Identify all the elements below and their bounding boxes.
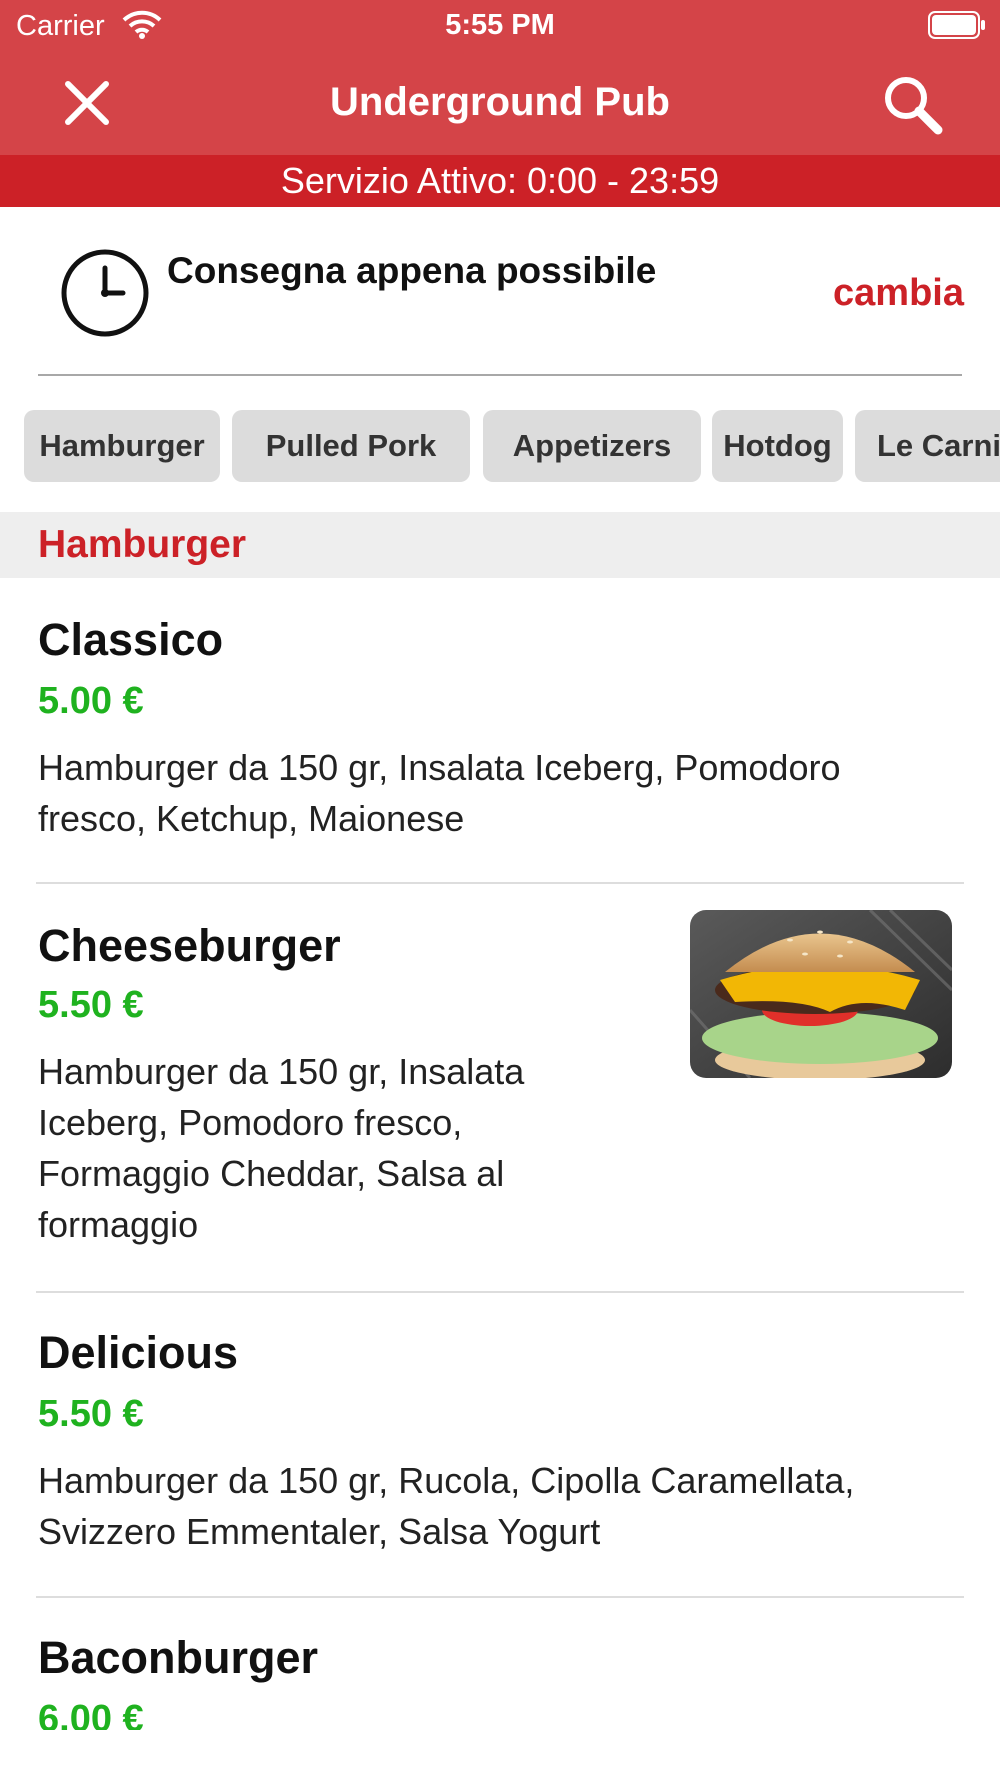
- product-price: 6.00 €: [38, 1698, 144, 1730]
- product-item-classico[interactable]: Classico 5.00 € Hamburger da 150 gr, Ins…: [0, 578, 1000, 884]
- category-chip-pulled-pork[interactable]: Pulled Pork: [232, 410, 470, 482]
- clock-icon: [61, 249, 149, 337]
- category-chip-appetizers[interactable]: Appetizers: [483, 410, 701, 482]
- delivery-time-label: Consegna appena possibile: [167, 250, 657, 291]
- cheeseburger-photo: [690, 910, 952, 1078]
- product-description: Hamburger da 150 gr, Insalata Iceberg, P…: [38, 1051, 525, 1245]
- section-title: Hamburger: [38, 523, 247, 566]
- category-tabs: Hamburger Pulled Pork Appetizers Hotdog …: [0, 410, 1000, 482]
- nav-bar: Underground Pub: [0, 50, 1000, 155]
- product-price: 5.50 €: [38, 1393, 144, 1435]
- category-chip-le-carni[interactable]: Le Carni: [855, 410, 1000, 482]
- product-description: Hamburger da 150 gr, Insalata Iceberg, P…: [38, 747, 841, 839]
- product-item-delicious[interactable]: Delicious 5.50 € Hamburger da 150 gr, Ru…: [0, 1293, 1000, 1598]
- page-title: Underground Pub: [330, 80, 670, 124]
- battery-icon: [928, 11, 985, 39]
- product-name: Classico: [38, 614, 224, 665]
- status-bar: Carrier 5:55 PM: [0, 0, 1000, 50]
- product-price: 5.50 €: [38, 984, 144, 1026]
- search-icon[interactable]: [880, 72, 946, 138]
- product-description: Hamburger da 150 gr, Rucola, Cipolla Car…: [38, 1460, 855, 1552]
- product-name: Cheeseburger: [38, 920, 341, 971]
- divider: [38, 374, 962, 376]
- product-price: 5.00 €: [38, 680, 144, 722]
- change-delivery-link[interactable]: cambia: [833, 272, 964, 315]
- category-chip-hotdog[interactable]: Hotdog: [712, 410, 843, 482]
- clock-time: 5:55 PM: [445, 9, 555, 41]
- product-item-baconburger[interactable]: Baconburger 6.00 €: [0, 1598, 1000, 1730]
- product-name: Baconburger: [38, 1632, 319, 1683]
- product-name: Delicious: [38, 1327, 239, 1378]
- category-chip-hamburger[interactable]: Hamburger: [24, 410, 220, 482]
- service-hours-banner: Servizio Attivo: 0:00 - 23:59: [0, 155, 1000, 207]
- section-header: Hamburger: [0, 512, 1000, 578]
- product-item-cheeseburger[interactable]: Cheeseburger 5.50 € Hamburger da 150 gr,…: [0, 884, 1000, 1290]
